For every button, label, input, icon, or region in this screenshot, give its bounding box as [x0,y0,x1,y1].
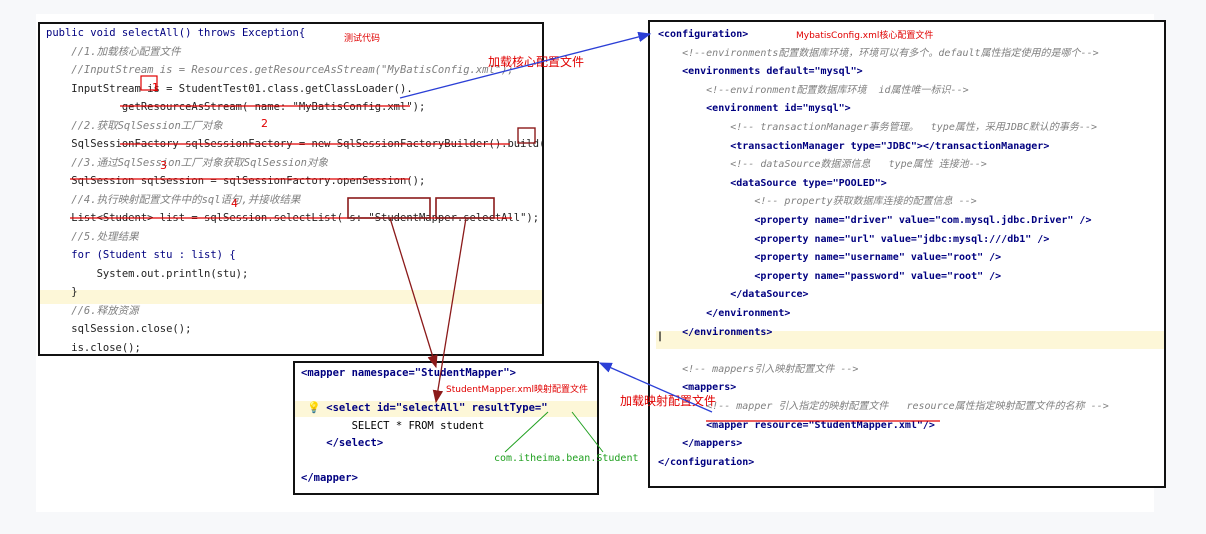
code-line: <environments default="mysql"> [658,66,863,78]
code-line: </mapper> [301,472,358,484]
code-line: <property name="password" value="root" /… [658,270,1002,282]
step-3-label: 3 [160,159,167,172]
code-line: List<Student> list = sqlSession.selectLi… [46,212,540,224]
test-code-label: 测试代码 [344,34,381,44]
code-line: <!-- mappers引入映射配置文件 --> [658,363,859,375]
code-line: <!--environment配置数据库环境 id属性唯一标识--> [658,84,969,96]
code-line: SqlSession sqlSession = sqlSessionFactor… [46,175,426,187]
code-line: </environments> [658,326,773,338]
code-line: <!-- property获取数据库连接的配置信息 --> [658,196,977,208]
code-line: //2.获取SqlSession工厂对象 [46,119,223,132]
code-line: InputStream is = StudentTest01.class.get… [46,82,413,95]
code-line: for (Student stu : list) { [46,249,236,261]
load-core-config-label: 加载核心配置文件 [488,55,585,69]
java-code-box: public void selectAll() throws Exception… [38,22,544,356]
code-line: <environment id="mysql"> [658,103,851,115]
code-line: //4.执行映射配置文件中的sql语句,并接收结果 [46,193,301,206]
code-line: </mappers> [658,438,743,450]
config-xml-box: | <configuration> <!--environments配置数据库环… [648,20,1166,488]
config-file-title: MybatisConfig.xml核心配置文件 [796,31,934,41]
code-line: //1.加载核心配置文件 [46,45,181,58]
code-line: } [46,286,78,298]
code-line: </configuration> [658,456,755,468]
code-line: <property name="url" value="jdbc:mysql:/… [658,233,1050,245]
code-line: <property name="username" value="root" /… [658,252,1002,264]
code-line: <property name="driver" value="com.mysql… [658,215,1092,226]
code-line: </dataSource> [658,289,809,301]
code-line: <!-- dataSource数据源信息 type属性 连接池--> [658,159,987,171]
code-line: //5.处理结果 [46,230,139,243]
code-line: <dataSource type="POOLED"> [658,177,887,189]
code-line: <!-- mapper 引入指定的映射配置文件 resource属性指定映射配置… [658,401,1109,412]
code-line: </select> [301,437,384,449]
code-line: System.out.println(stu); [46,267,249,280]
code-line: <select id="selectAll" resultType=" "> [326,402,548,414]
code-line: <!--environments配置数据库环境，环境可以有多个。default属… [658,47,1099,59]
code-line: //InputStream is = Resources.getResource… [46,64,514,76]
code-line: sqlSession.close(); [46,323,192,335]
code-line: <mapper resource="StudentMapper.xml"/> [658,419,935,431]
code-line: SqlSessionFactory sqlSessionFactory = ne… [46,138,544,150]
code-line: <mapper namespace="StudentMapper"> [301,367,516,379]
code-line: </environment> [658,308,791,319]
code-line: public void selectAll() throws Exception… [46,27,306,39]
code-line: <!-- transactionManager事务管理。 type属性，采用JD… [658,122,1097,133]
step-2-label: 2 [261,117,268,130]
code-line: is.close(); [46,341,141,354]
mapper-file-title: StudentMapper.xml映射配置文件 [446,385,589,395]
code-line: //6.释放资源 [46,304,139,317]
code-line: <transactionManager type="JDBC"></transa… [658,140,1050,152]
step-1-label: 1 [152,81,159,94]
code-line: <configuration> [658,29,749,40]
step-4-label: 4 [231,197,238,210]
code-line: SELECT * FROM student [301,419,485,432]
load-mapper-config-label: 加载映射配置文件 [620,394,717,408]
code-line: //3.通过SqlSession工厂对象获取SqlSession对象 [46,156,329,169]
code-line: getResourceAsStream( name: "MyBatisConfi… [46,101,426,113]
bean-class-label: com.itheima.bean.Student [494,453,639,464]
